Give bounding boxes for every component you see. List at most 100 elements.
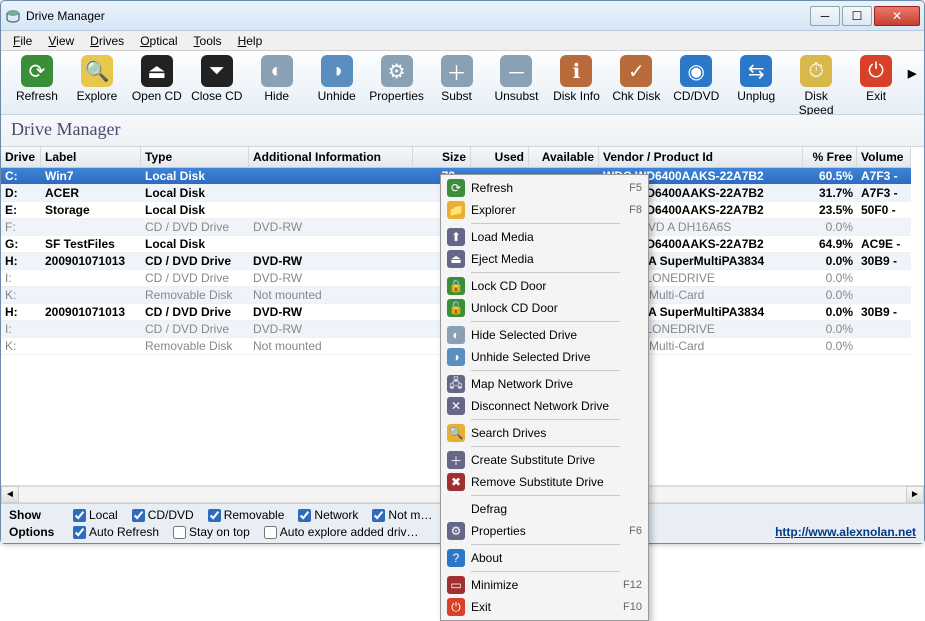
ctx-properties[interactable]: ⚙PropertiesF6: [443, 520, 646, 542]
checkbox[interactable]: [173, 526, 186, 539]
show-local[interactable]: Local: [73, 508, 118, 522]
app-icon: [5, 8, 21, 24]
ctx-exit[interactable]: ⏻ExitF10: [443, 596, 646, 618]
toolbar-cd-dvd[interactable]: ◉CD/DVD: [666, 55, 726, 103]
ctx-hide-selected-drive[interactable]: ◐Hide Selected Drive: [443, 324, 646, 346]
ctx-create-substitute-drive[interactable]: ＋Create Substitute Drive: [443, 449, 646, 471]
grid-header[interactable]: DriveLabelTypeAdditional InformationSize…: [1, 147, 924, 168]
col-vendor-product-id[interactable]: Vendor / Product Id: [599, 147, 803, 168]
load-media-icon: ⬆: [447, 228, 465, 246]
menu-file[interactable]: File: [5, 32, 40, 50]
checkbox[interactable]: [208, 509, 221, 522]
checkbox[interactable]: [73, 526, 86, 539]
col-additional-information[interactable]: Additional Information: [249, 147, 413, 168]
toolbar-overflow[interactable]: ▶: [906, 55, 918, 80]
col-drive[interactable]: Drive: [1, 147, 41, 168]
checkbox[interactable]: [73, 509, 86, 522]
chk-disk-icon: ✓: [620, 55, 652, 87]
eject-media-icon: ⏏: [447, 250, 465, 268]
ctx-explorer[interactable]: 📁ExplorerF8: [443, 199, 646, 221]
menu-help[interactable]: Help: [230, 32, 271, 50]
option-stay-on-top[interactable]: Stay on top: [173, 525, 250, 539]
ctx-load-media[interactable]: ⬆Load Media: [443, 226, 646, 248]
map-network-drive-icon: 🖧: [447, 375, 465, 393]
toolbar-close-cd[interactable]: ⏷Close CD: [187, 55, 247, 103]
toolbar: ⟳Refresh🔍Explore⏏Open CD⏷Close CD◐Hide◑U…: [1, 51, 924, 115]
show-not-m-[interactable]: Not m…: [372, 508, 432, 522]
col--free[interactable]: % Free: [803, 147, 857, 168]
show-cd-dvd[interactable]: CD/DVD: [132, 508, 194, 522]
website-link[interactable]: http://www.alexnolan.net: [775, 525, 916, 539]
option-auto-refresh[interactable]: Auto Refresh: [73, 525, 159, 539]
remove-substitute-drive-icon: ✖: [447, 473, 465, 491]
menu-drives[interactable]: Drives: [82, 32, 132, 50]
ctx-remove-substitute-drive[interactable]: ✖Remove Substitute Drive: [443, 471, 646, 493]
toolbar-unsubst[interactable]: －Unsubst: [487, 55, 547, 103]
toolbar-subst[interactable]: ＋Subst: [427, 55, 487, 103]
create-substitute-drive-icon: ＋: [447, 451, 465, 469]
close-button[interactable]: ✕: [874, 6, 920, 26]
menu-tools[interactable]: Tools: [186, 32, 230, 50]
minimize-button[interactable]: ─: [810, 6, 840, 26]
checkbox[interactable]: [132, 509, 145, 522]
toolbar-chk-disk[interactable]: ✓Chk Disk: [606, 55, 666, 103]
checkbox[interactable]: [298, 509, 311, 522]
checkbox[interactable]: [264, 526, 277, 539]
ctx-search-drives[interactable]: 🔍Search Drives: [443, 422, 646, 444]
unplug-icon: ⇆: [740, 55, 772, 87]
disk-speed-icon: ⏱: [800, 55, 832, 87]
scroll-left-icon[interactable]: ◄: [1, 486, 19, 503]
toolbar-open-cd[interactable]: ⏏Open CD: [127, 55, 187, 103]
show-label: Show: [9, 508, 59, 522]
search-drives-icon: 🔍: [447, 424, 465, 442]
menu-optical[interactable]: Optical: [132, 32, 185, 50]
toolbar-disk-info[interactable]: ℹDisk Info: [546, 55, 606, 103]
option-auto-explore-added-driv-[interactable]: Auto explore added driv…: [264, 525, 419, 539]
ctx-unlock-cd-door[interactable]: 🔓Unlock CD Door: [443, 297, 646, 319]
toolbar-explore[interactable]: 🔍Explore: [67, 55, 127, 103]
ctx-minimize[interactable]: ▭MinimizeF12: [443, 574, 646, 596]
exit-icon: ⏻: [447, 598, 465, 616]
properties-icon: ⚙: [381, 55, 413, 87]
toolbar-unplug[interactable]: ⇆Unplug: [726, 55, 786, 103]
show-network[interactable]: Network: [298, 508, 358, 522]
toolbar-hide[interactable]: ◐Hide: [247, 55, 307, 103]
show-removable[interactable]: Removable: [208, 508, 285, 522]
ctx-about[interactable]: ?About: [443, 547, 646, 569]
close-cd-icon: ⏷: [201, 55, 233, 87]
ctx-lock-cd-door[interactable]: 🔒Lock CD Door: [443, 275, 646, 297]
menu-view[interactable]: View: [40, 32, 82, 50]
col-type[interactable]: Type: [141, 147, 249, 168]
toolbar-properties[interactable]: ⚙Properties: [367, 55, 427, 103]
col-size[interactable]: Size: [413, 147, 471, 168]
unhide-selected-drive-icon: ◑: [447, 348, 465, 366]
toolbar-exit[interactable]: ⏻Exit: [846, 55, 906, 103]
col-label[interactable]: Label: [41, 147, 141, 168]
checkbox[interactable]: [372, 509, 385, 522]
toolbar-unhide[interactable]: ◑Unhide: [307, 55, 367, 103]
options-label: Options: [9, 525, 59, 539]
page-title: Drive Manager: [1, 115, 924, 147]
col-used[interactable]: Used: [471, 147, 529, 168]
titlebar[interactable]: Drive Manager ─ ☐ ✕: [1, 1, 924, 31]
open-cd-icon: ⏏: [141, 55, 173, 87]
explorer-icon: 📁: [447, 201, 465, 219]
ctx-unhide-selected-drive[interactable]: ◑Unhide Selected Drive: [443, 346, 646, 368]
ctx-refresh[interactable]: ⟳RefreshF5: [443, 177, 646, 199]
col-volume[interactable]: Volume: [857, 147, 911, 168]
explore-icon: 🔍: [81, 55, 113, 87]
ctx-eject-media[interactable]: ⏏Eject Media: [443, 248, 646, 270]
about-icon: ?: [447, 549, 465, 567]
toolbar-disk-speed[interactable]: ⏱Disk Speed: [786, 55, 846, 117]
maximize-button[interactable]: ☐: [842, 6, 872, 26]
toolbar-refresh[interactable]: ⟳Refresh: [7, 55, 67, 103]
ctx-defrag[interactable]: Defrag: [443, 498, 646, 520]
ctx-disconnect-network-drive[interactable]: ✕Disconnect Network Drive: [443, 395, 646, 417]
unsubst-icon: －: [500, 55, 532, 87]
hide-icon: ◐: [261, 55, 293, 87]
col-available[interactable]: Available: [529, 147, 599, 168]
subst-icon: ＋: [441, 55, 473, 87]
scroll-right-icon[interactable]: ►: [906, 486, 924, 503]
ctx-map-network-drive[interactable]: 🖧Map Network Drive: [443, 373, 646, 395]
disconnect-network-drive-icon: ✕: [447, 397, 465, 415]
